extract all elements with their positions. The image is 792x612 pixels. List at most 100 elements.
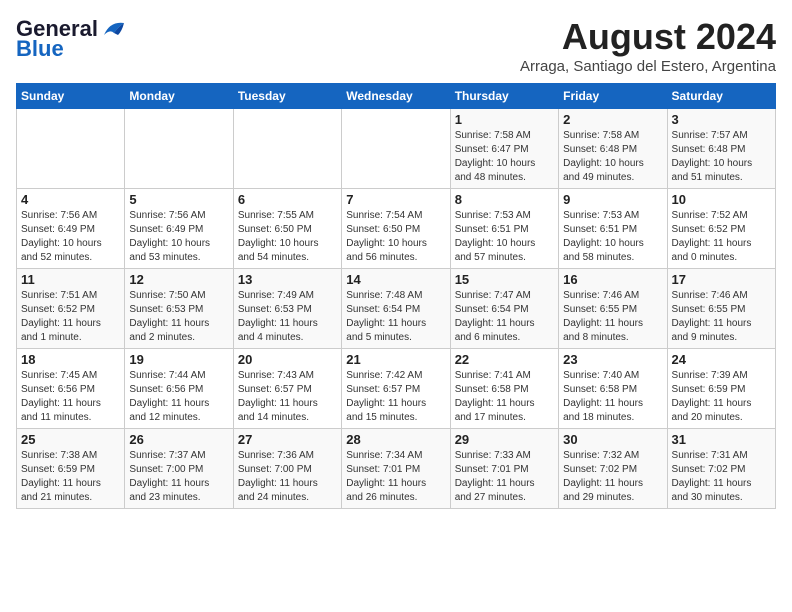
- day-number: 23: [563, 352, 662, 367]
- day-info: Sunrise: 7:37 AM Sunset: 7:00 PM Dayligh…: [129, 449, 228, 505]
- day-number: 30: [563, 432, 662, 447]
- calendar-cell: [125, 109, 233, 189]
- day-info: Sunrise: 7:56 AM Sunset: 6:49 PM Dayligh…: [129, 209, 228, 265]
- day-info: Sunrise: 7:33 AM Sunset: 7:01 PM Dayligh…: [455, 449, 554, 505]
- day-info: Sunrise: 7:58 AM Sunset: 6:48 PM Dayligh…: [563, 129, 662, 185]
- day-info: Sunrise: 7:47 AM Sunset: 6:54 PM Dayligh…: [455, 289, 554, 345]
- calendar-cell: 24Sunrise: 7:39 AM Sunset: 6:59 PM Dayli…: [667, 349, 775, 429]
- day-number: 4: [21, 192, 120, 207]
- calendar-cell: 21Sunrise: 7:42 AM Sunset: 6:57 PM Dayli…: [342, 349, 450, 429]
- calendar-cell: 15 Sunrise: 7:47 AM Sunset: 6:54 PM Dayli…: [450, 269, 558, 349]
- day-number: 5: [129, 192, 228, 207]
- calendar-cell: 14 Sunrise: 7:48 AM Sunset: 6:54 PM Dayli…: [342, 269, 450, 349]
- header-day-thursday: Thursday: [450, 84, 558, 109]
- day-number: 10: [672, 192, 771, 207]
- day-number: 27: [238, 432, 337, 447]
- day-number: 25: [21, 432, 120, 447]
- calendar-cell: 1 Sunrise: 7:58 AM Sunset: 6:47 PM Daylig…: [450, 109, 558, 189]
- week-row-2: 4 Sunrise: 7:56 AM Sunset: 6:49 PM Daylig…: [17, 189, 776, 269]
- day-number: 19: [129, 352, 228, 367]
- day-number: 28: [346, 432, 445, 447]
- day-number: 1: [455, 112, 554, 127]
- calendar-header: SundayMondayTuesdayWednesdayThursdayFrid…: [17, 84, 776, 109]
- day-info: Sunrise: 7:46 AM Sunset: 6:55 PM Dayligh…: [563, 289, 662, 345]
- day-info: Sunrise: 7:52 AM Sunset: 6:52 PM Dayligh…: [672, 209, 771, 265]
- calendar-cell: 8 Sunrise: 7:53 AM Sunset: 6:51 PM Daylig…: [450, 189, 558, 269]
- calendar-cell: 11 Sunrise: 7:51 AM Sunset: 6:52 PM Dayli…: [17, 269, 125, 349]
- calendar-cell: 3 Sunrise: 7:57 AM Sunset: 6:48 PM Daylig…: [667, 109, 775, 189]
- header-day-tuesday: Tuesday: [233, 84, 341, 109]
- day-info: Sunrise: 7:39 AM Sunset: 6:59 PM Dayligh…: [672, 369, 771, 425]
- day-info: Sunrise: 7:55 AM Sunset: 6:50 PM Dayligh…: [238, 209, 337, 265]
- calendar-cell: [233, 109, 341, 189]
- day-number: 8: [455, 192, 554, 207]
- calendar-cell: 7Sunrise: 7:54 AM Sunset: 6:50 PM Daylig…: [342, 189, 450, 269]
- day-number: 3: [672, 112, 771, 127]
- calendar-cell: 31 Sunrise: 7:31 AM Sunset: 7:02 PM Dayli…: [667, 429, 775, 509]
- week-row-4: 18Sunrise: 7:45 AM Sunset: 6:56 PM Dayli…: [17, 349, 776, 429]
- calendar-cell: [342, 109, 450, 189]
- day-info: Sunrise: 7:40 AM Sunset: 6:58 PM Dayligh…: [563, 369, 662, 425]
- calendar-body: 1 Sunrise: 7:58 AM Sunset: 6:47 PM Daylig…: [17, 109, 776, 509]
- calendar-cell: 30 Sunrise: 7:32 AM Sunset: 7:02 PM Dayli…: [559, 429, 667, 509]
- calendar-cell: 12Sunrise: 7:50 AM Sunset: 6:53 PM Dayli…: [125, 269, 233, 349]
- day-info: Sunrise: 7:57 AM Sunset: 6:48 PM Dayligh…: [672, 129, 771, 185]
- week-row-5: 25 Sunrise: 7:38 AM Sunset: 6:59 PM Dayli…: [17, 429, 776, 509]
- day-info: Sunrise: 7:50 AM Sunset: 6:53 PM Dayligh…: [129, 289, 228, 345]
- calendar-cell: 27 Sunrise: 7:36 AM Sunset: 7:00 PM Dayli…: [233, 429, 341, 509]
- day-info: Sunrise: 7:43 AM Sunset: 6:57 PM Dayligh…: [238, 369, 337, 425]
- day-number: 14: [346, 272, 445, 287]
- page-title: August 2024: [520, 16, 776, 58]
- day-number: 2: [563, 112, 662, 127]
- calendar-cell: 13 Sunrise: 7:49 AM Sunset: 6:53 PM Dayli…: [233, 269, 341, 349]
- day-number: 29: [455, 432, 554, 447]
- week-row-1: 1 Sunrise: 7:58 AM Sunset: 6:47 PM Daylig…: [17, 109, 776, 189]
- day-number: 11: [21, 272, 120, 287]
- day-info: Sunrise: 7:53 AM Sunset: 6:51 PM Dayligh…: [455, 209, 554, 265]
- title-block: August 2024 Arraga, Santiago del Estero,…: [520, 16, 776, 75]
- day-number: 22: [455, 352, 554, 367]
- day-info: Sunrise: 7:56 AM Sunset: 6:49 PM Dayligh…: [21, 209, 120, 265]
- day-info: Sunrise: 7:38 AM Sunset: 6:59 PM Dayligh…: [21, 449, 120, 505]
- calendar-cell: 29 Sunrise: 7:33 AM Sunset: 7:01 PM Dayli…: [450, 429, 558, 509]
- day-info: Sunrise: 7:48 AM Sunset: 6:54 PM Dayligh…: [346, 289, 445, 345]
- calendar-cell: 19 Sunrise: 7:44 AM Sunset: 6:56 PM Dayli…: [125, 349, 233, 429]
- logo-blue: Blue: [16, 36, 64, 62]
- calendar-cell: 28 Sunrise: 7:34 AM Sunset: 7:01 PM Dayli…: [342, 429, 450, 509]
- header-day-sunday: Sunday: [17, 84, 125, 109]
- header-day-friday: Friday: [559, 84, 667, 109]
- day-info: Sunrise: 7:41 AM Sunset: 6:58 PM Dayligh…: [455, 369, 554, 425]
- day-info: Sunrise: 7:51 AM Sunset: 6:52 PM Dayligh…: [21, 289, 120, 345]
- day-number: 9: [563, 192, 662, 207]
- page-subtitle: Arraga, Santiago del Estero, Argentina: [520, 58, 776, 75]
- day-info: Sunrise: 7:58 AM Sunset: 6:47 PM Dayligh…: [455, 129, 554, 185]
- day-number: 31: [672, 432, 771, 447]
- day-info: Sunrise: 7:36 AM Sunset: 7:00 PM Dayligh…: [238, 449, 337, 505]
- day-info: Sunrise: 7:45 AM Sunset: 6:56 PM Dayligh…: [21, 369, 120, 425]
- day-info: Sunrise: 7:54 AM Sunset: 6:50 PM Dayligh…: [346, 209, 445, 265]
- day-info: Sunrise: 7:34 AM Sunset: 7:01 PM Dayligh…: [346, 449, 445, 505]
- day-number: 16: [563, 272, 662, 287]
- day-number: 26: [129, 432, 228, 447]
- day-info: Sunrise: 7:49 AM Sunset: 6:53 PM Dayligh…: [238, 289, 337, 345]
- day-number: 15: [455, 272, 554, 287]
- day-info: Sunrise: 7:44 AM Sunset: 6:56 PM Dayligh…: [129, 369, 228, 425]
- header-row: SundayMondayTuesdayWednesdayThursdayFrid…: [17, 84, 776, 109]
- day-info: Sunrise: 7:32 AM Sunset: 7:02 PM Dayligh…: [563, 449, 662, 505]
- calendar-cell: 10 Sunrise: 7:52 AM Sunset: 6:52 PM Dayli…: [667, 189, 775, 269]
- day-number: 17: [672, 272, 771, 287]
- day-info: Sunrise: 7:42 AM Sunset: 6:57 PM Dayligh…: [346, 369, 445, 425]
- day-info: Sunrise: 7:31 AM Sunset: 7:02 PM Dayligh…: [672, 449, 771, 505]
- header-day-wednesday: Wednesday: [342, 84, 450, 109]
- logo-bird-icon: [100, 19, 128, 39]
- calendar-table: SundayMondayTuesdayWednesdayThursdayFrid…: [16, 83, 776, 509]
- calendar-cell: 18Sunrise: 7:45 AM Sunset: 6:56 PM Dayli…: [17, 349, 125, 429]
- day-number: 13: [238, 272, 337, 287]
- calendar-cell: 2 Sunrise: 7:58 AM Sunset: 6:48 PM Daylig…: [559, 109, 667, 189]
- calendar-cell: 23 Sunrise: 7:40 AM Sunset: 6:58 PM Dayli…: [559, 349, 667, 429]
- calendar-cell: 17Sunrise: 7:46 AM Sunset: 6:55 PM Dayli…: [667, 269, 775, 349]
- calendar-cell: 4 Sunrise: 7:56 AM Sunset: 6:49 PM Daylig…: [17, 189, 125, 269]
- calendar-cell: 20Sunrise: 7:43 AM Sunset: 6:57 PM Dayli…: [233, 349, 341, 429]
- calendar-cell: 9Sunrise: 7:53 AM Sunset: 6:51 PM Daylig…: [559, 189, 667, 269]
- header-day-saturday: Saturday: [667, 84, 775, 109]
